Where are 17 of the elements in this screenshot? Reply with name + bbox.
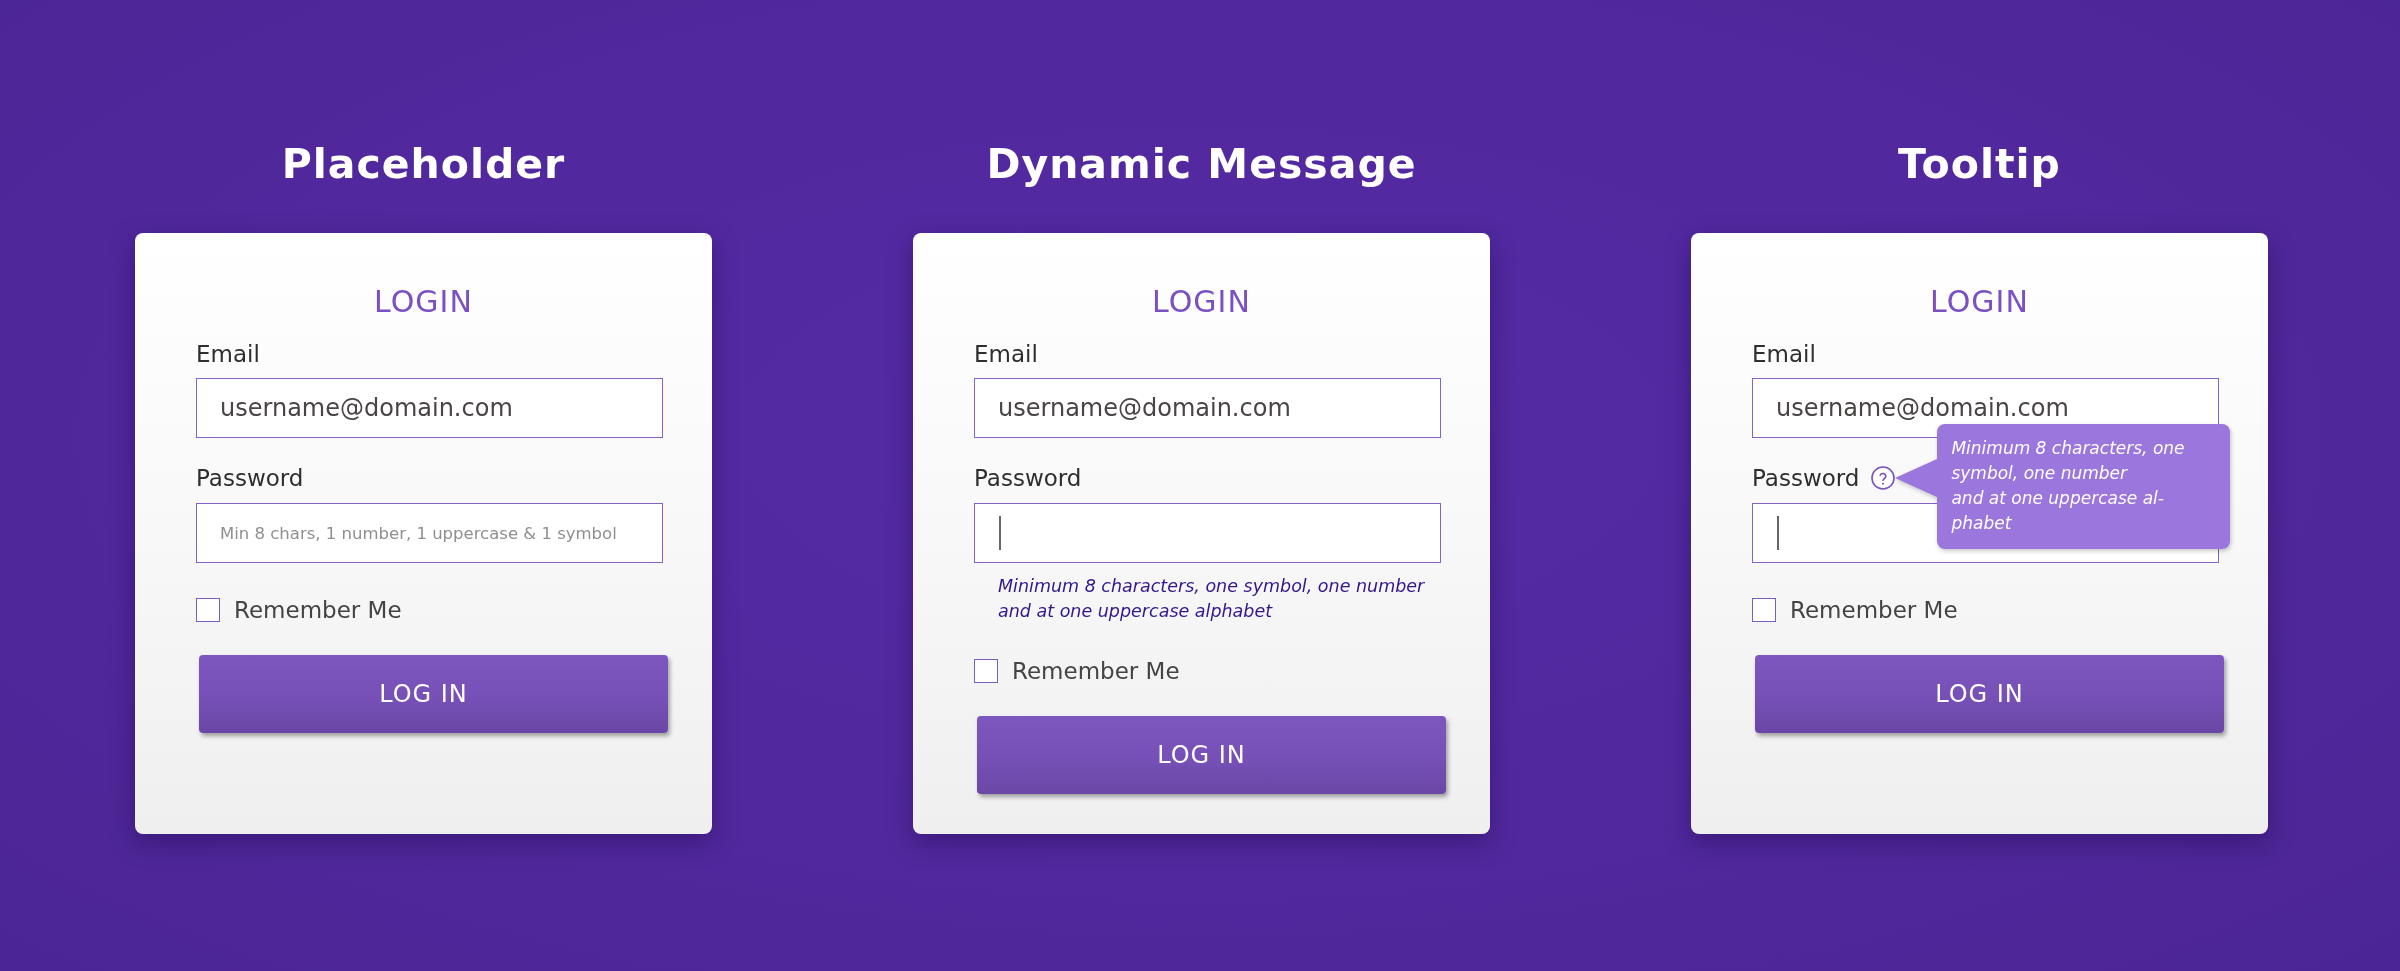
field-label: Email — [1752, 340, 1816, 369]
panel-title: Tooltip — [1898, 139, 2061, 190]
field-label: Password — [196, 464, 304, 493]
field-label: Email — [974, 340, 1038, 369]
checkbox-label: Remember Me — [1012, 657, 1180, 686]
hint-text: Minimum 8 characters, one symbol, one number and at one uppercase alphabet — [998, 575, 1426, 623]
tooltip: Minimum 8 characters, one symbol, one number and at one uppercase al- phabet — [1937, 424, 2231, 549]
checkbox-label: Remember Me — [1790, 596, 1958, 625]
login-heading: LOGIN — [1930, 283, 2029, 321]
field-label: Password — [974, 464, 1082, 493]
panel-title: Dynamic Message — [986, 139, 1417, 190]
login-heading: LOGIN — [374, 283, 473, 321]
field-label: Password — [1752, 464, 1860, 493]
checkbox-label: Remember Me — [234, 596, 402, 625]
panel-title: Placeholder — [281, 139, 566, 190]
field-label: Email — [196, 340, 260, 369]
login-heading: LOGIN — [1152, 283, 1251, 321]
